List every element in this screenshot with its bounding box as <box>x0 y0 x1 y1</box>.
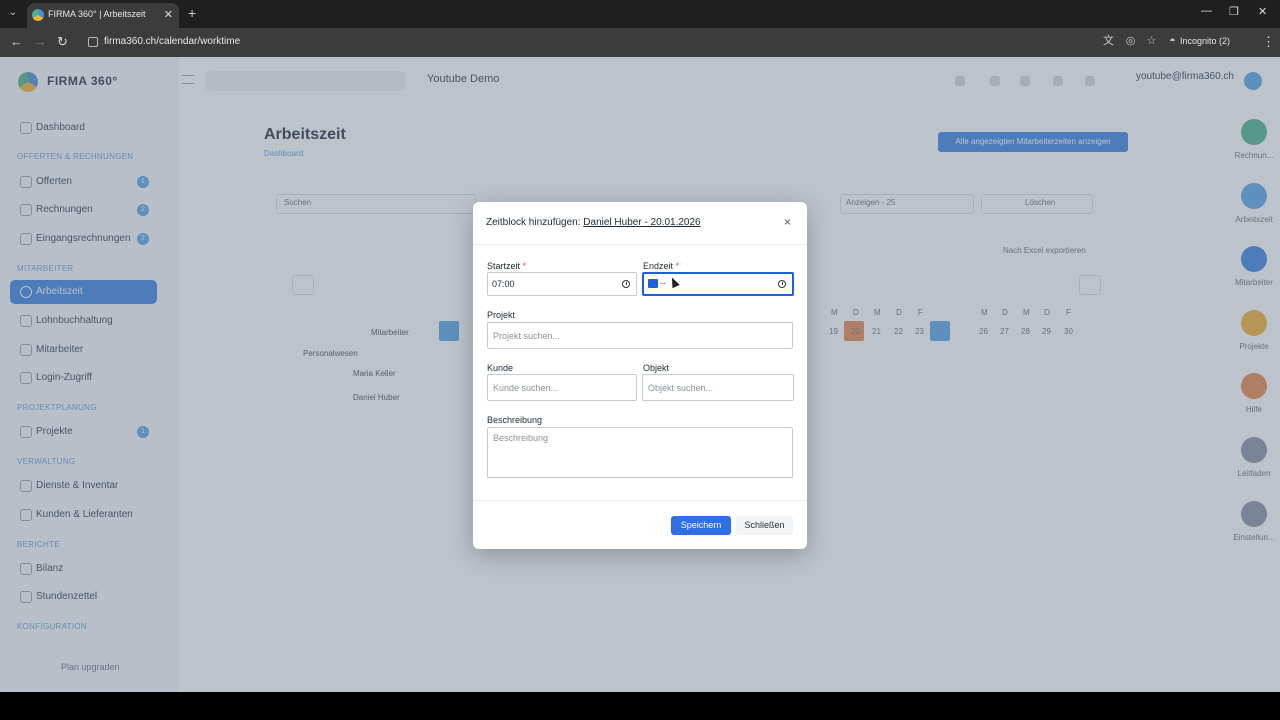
site-info-icon[interactable] <box>88 37 98 47</box>
object-label: Objekt <box>643 363 670 373</box>
reload-icon[interactable]: ↻ <box>57 34 68 50</box>
end-time-hour-segment[interactable] <box>648 279 658 288</box>
dialog-title-prefix: Zeitblock hinzufügen: <box>486 217 581 228</box>
forward-icon[interactable]: → <box>34 34 47 49</box>
project-search-input[interactable] <box>487 322 793 349</box>
screen: ⌄ FIRMA 360° | Arbeitszeit ✕ + — ❐ ✕ ← →… <box>0 0 1280 720</box>
object-search-input[interactable] <box>642 374 794 401</box>
restore-icon[interactable]: ❐ <box>1229 5 1239 18</box>
back-icon[interactable]: ← <box>10 34 23 49</box>
project-label: Projekt <box>487 310 516 320</box>
end-time-label: Endzeit * <box>643 261 679 271</box>
close-icon[interactable]: × <box>784 215 791 229</box>
window-close-icon[interactable]: ✕ <box>1258 5 1267 18</box>
browser-tab-bar: ⌄ FIRMA 360° | Arbeitszeit ✕ + — ❐ ✕ <box>0 0 1280 28</box>
dialog-header-divider <box>473 244 807 245</box>
eye-off-icon[interactable]: ◎ <box>1124 35 1137 48</box>
bottom-bar <box>0 692 1280 720</box>
incognito-badge[interactable]: Incognito (2) <box>1180 36 1230 46</box>
start-time-label-text: Startzeit <box>487 261 521 271</box>
bookmark-star-icon[interactable]: ☆ <box>1145 35 1158 48</box>
tab-search-chevron-icon[interactable]: ⌄ <box>5 5 21 21</box>
close-button[interactable]: Schließen <box>736 516 793 535</box>
end-time-minute-placeholder: -- <box>660 278 666 288</box>
customer-label: Kunde <box>487 363 514 373</box>
translate-icon[interactable]: 文 <box>1102 35 1115 48</box>
clock-icon[interactable] <box>778 280 786 288</box>
start-time-value: 07:00 <box>492 279 515 289</box>
incognito-icon: ◓ <box>1169 35 1176 47</box>
end-time-label-text: Endzeit <box>643 261 674 271</box>
new-tab-icon[interactable]: + <box>188 5 196 21</box>
description-textarea[interactable] <box>487 427 793 478</box>
customer-search-input[interactable] <box>487 374 637 401</box>
description-label: Beschreibung <box>487 415 543 425</box>
required-marker: * <box>675 261 680 271</box>
browser-toolbar: ← → ↻ firma360.ch/calendar/worktime 文 ◎ … <box>0 28 1280 57</box>
clock-icon[interactable] <box>622 280 630 288</box>
save-button[interactable]: Speichern <box>671 516 731 535</box>
dialog-footer-divider <box>473 500 807 501</box>
address-bar[interactable]: firma360.ch/calendar/worktime <box>104 36 240 47</box>
dialog-title-employee-link[interactable]: Daniel Huber - 20.01.2026 <box>583 217 700 228</box>
dialog-title: Zeitblock hinzufügen: Daniel Huber - 20.… <box>486 217 701 228</box>
browser-tab[interactable]: FIRMA 360° | Arbeitszeit ✕ <box>27 3 179 28</box>
required-marker: * <box>522 261 527 271</box>
tab-title: FIRMA 360° | Arbeitszeit <box>48 9 146 19</box>
browser-menu-icon[interactable]: ⋮ <box>1262 34 1275 50</box>
minimize-icon[interactable]: — <box>1201 5 1212 17</box>
favicon-icon <box>32 9 44 21</box>
tab-close-icon[interactable]: ✕ <box>164 8 173 21</box>
start-time-label: Startzeit * <box>487 261 526 271</box>
